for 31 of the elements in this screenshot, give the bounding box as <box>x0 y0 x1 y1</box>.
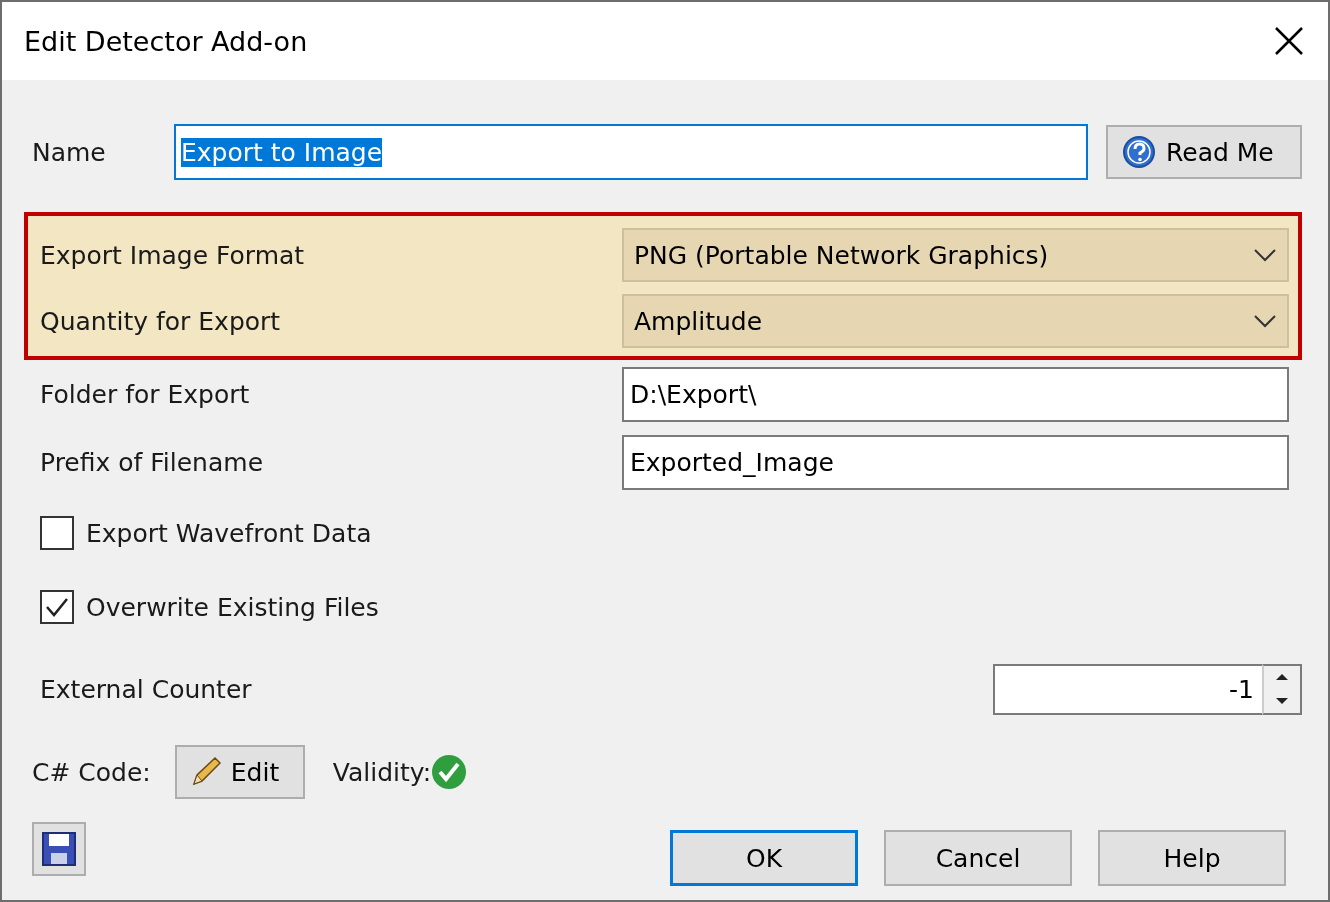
validity-label: Validity: <box>332 757 432 787</box>
field-label: Name <box>32 137 107 167</box>
field-label: External Counter <box>40 674 252 704</box>
triangle-up-icon <box>1275 673 1289 682</box>
field-label: Prefix of Filename <box>40 447 264 477</box>
dialog-button[interactable]: Help <box>1098 830 1286 886</box>
dialog-button[interactable]: Cancel <box>884 830 1072 886</box>
window-title: Edit Detector Add-on <box>24 25 308 57</box>
checkmark-icon <box>44 596 70 618</box>
checkbox-label: Overwrite Existing Files <box>86 592 379 622</box>
triangle-down-icon <box>1275 696 1289 705</box>
dropdown[interactable]: PNG (Portable Network Graphics) <box>622 228 1289 282</box>
chevron-down-icon <box>1253 314 1277 328</box>
checkbox[interactable] <box>40 516 74 550</box>
edit-button[interactable]: Edit <box>174 745 305 799</box>
text-field[interactable]: Exported_Image <box>622 434 1289 490</box>
name-input-field[interactable]: Export to Image <box>174 124 1088 180</box>
save-button[interactable] <box>32 822 86 876</box>
help-icon <box>1122 135 1156 169</box>
counter-field[interactable]: -1 <box>993 663 1262 715</box>
read-me-button[interactable]: Read Me <box>1106 125 1302 179</box>
dropdown[interactable]: Amplitude <box>622 294 1289 348</box>
dialog-button[interactable]: OK <box>670 830 858 886</box>
checkbox[interactable] <box>40 590 74 624</box>
checkbox-label: Export Wavefront Data <box>86 518 372 548</box>
field-label: Export Image Format <box>40 240 306 270</box>
field-label: Folder for Export <box>40 379 251 409</box>
field-label: Quantity for Export <box>40 306 282 336</box>
text-field[interactable]: D:\Export\ <box>622 366 1289 422</box>
chevron-down-icon <box>1253 248 1277 262</box>
code-label: C# Code: <box>32 757 151 787</box>
